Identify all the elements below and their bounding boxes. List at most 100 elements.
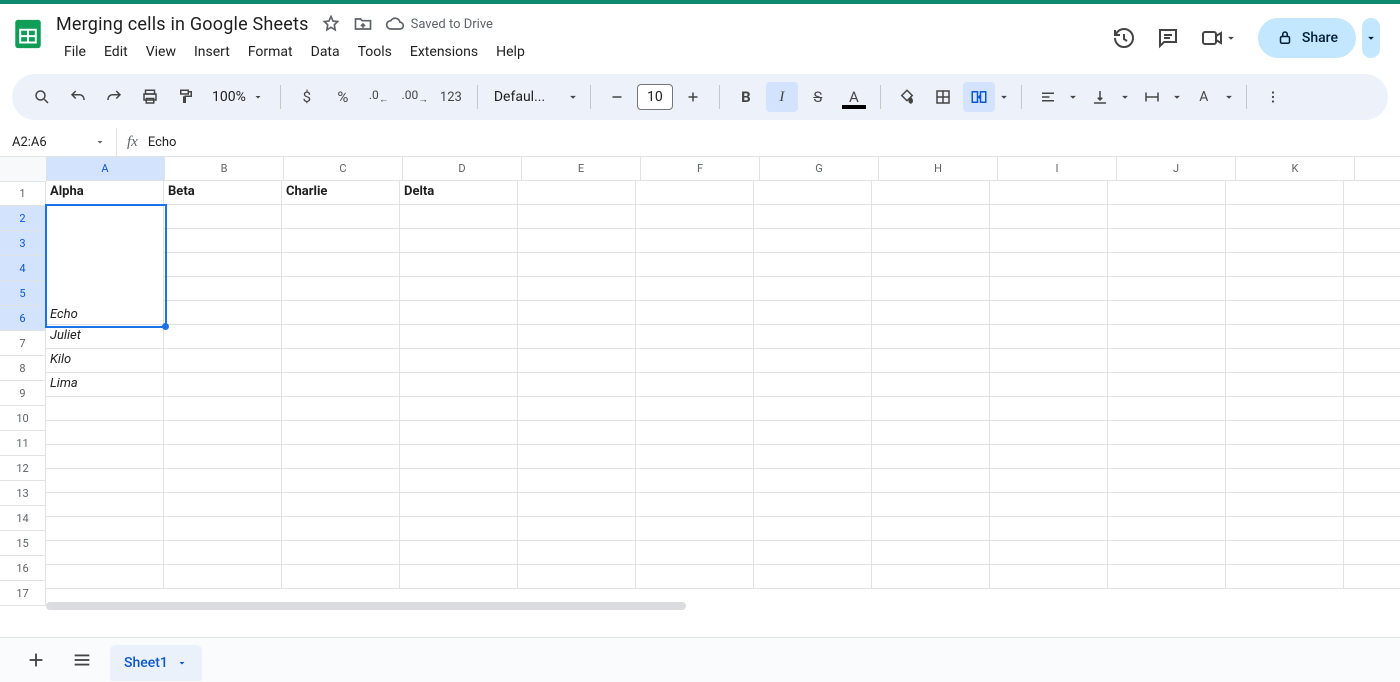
cell[interactable] (872, 397, 990, 421)
cell[interactable]: Beta (164, 181, 282, 205)
cell[interactable] (400, 205, 518, 229)
cell[interactable]: Juliet (46, 325, 164, 349)
menu-insert[interactable]: Insert (186, 40, 238, 64)
cell[interactable] (1344, 421, 1400, 445)
cell[interactable] (1108, 253, 1226, 277)
cell[interactable] (1108, 445, 1226, 469)
cell[interactable] (164, 229, 282, 253)
cell[interactable] (1226, 205, 1344, 229)
cell[interactable] (990, 445, 1108, 469)
cell[interactable] (46, 565, 164, 589)
cell[interactable] (400, 253, 518, 277)
cell[interactable] (1226, 301, 1344, 325)
more-formats-icon[interactable]: 123 (435, 82, 467, 112)
cell[interactable] (754, 445, 872, 469)
cell[interactable] (282, 541, 400, 565)
cell[interactable] (1226, 541, 1344, 565)
cell[interactable] (872, 277, 990, 301)
cell[interactable] (518, 253, 636, 277)
cell[interactable] (872, 253, 990, 277)
menu-data[interactable]: Data (303, 40, 348, 64)
cell[interactable] (636, 229, 754, 253)
cell[interactable] (1108, 421, 1226, 445)
cell[interactable] (518, 373, 636, 397)
select-all-corner[interactable] (0, 157, 47, 182)
cell[interactable] (282, 469, 400, 493)
cell[interactable] (164, 253, 282, 277)
cell[interactable] (164, 397, 282, 421)
cell[interactable] (1108, 493, 1226, 517)
cell[interactable] (164, 469, 282, 493)
cell[interactable] (46, 445, 164, 469)
cell[interactable] (282, 301, 400, 325)
cell[interactable] (164, 301, 282, 325)
cell[interactable] (1226, 229, 1344, 253)
cell[interactable] (990, 325, 1108, 349)
cell[interactable]: Kilo (46, 349, 164, 373)
cell[interactable] (1226, 445, 1344, 469)
column-header[interactable]: H (879, 157, 998, 181)
cell[interactable] (1344, 277, 1400, 301)
share-dropdown[interactable] (1362, 18, 1380, 58)
row-header[interactable]: 16 (0, 556, 46, 581)
row-header[interactable]: 5 (0, 281, 46, 306)
cell[interactable] (518, 541, 636, 565)
column-header[interactable]: E (522, 157, 641, 181)
cell[interactable] (518, 181, 636, 205)
cell[interactable] (1108, 397, 1226, 421)
cell[interactable] (518, 565, 636, 589)
cell[interactable] (754, 181, 872, 205)
cell[interactable] (1108, 181, 1226, 205)
row-header[interactable]: 2 (0, 206, 46, 231)
cell[interactable] (282, 373, 400, 397)
redo-icon[interactable] (98, 82, 130, 112)
menu-format[interactable]: Format (240, 40, 301, 64)
history-icon[interactable] (1112, 26, 1136, 50)
cell[interactable] (636, 205, 754, 229)
column-header[interactable]: A (46, 157, 165, 181)
cell[interactable] (754, 253, 872, 277)
row-header[interactable]: 8 (0, 356, 46, 381)
cell[interactable] (1226, 349, 1344, 373)
cell[interactable] (46, 397, 164, 421)
cell[interactable] (990, 229, 1108, 253)
cell[interactable] (164, 205, 282, 229)
increase-font-icon[interactable] (677, 82, 709, 112)
cell[interactable] (518, 445, 636, 469)
column-header[interactable]: B (165, 157, 284, 181)
cell[interactable] (1226, 253, 1344, 277)
increase-decimal-icon[interactable]: .00→ (399, 82, 431, 112)
cell[interactable] (636, 349, 754, 373)
cell[interactable] (400, 517, 518, 541)
decrease-font-icon[interactable] (601, 82, 633, 112)
cell[interactable] (754, 565, 872, 589)
cell[interactable] (1226, 277, 1344, 301)
cell[interactable] (754, 325, 872, 349)
font-size-input[interactable]: 10 (637, 84, 673, 110)
cell[interactable] (1108, 277, 1226, 301)
cell[interactable] (1344, 205, 1400, 229)
cell[interactable] (164, 277, 282, 301)
cell[interactable] (400, 397, 518, 421)
cell[interactable] (872, 445, 990, 469)
move-icon[interactable] (353, 14, 373, 34)
rotate-icon[interactable]: A (1188, 82, 1220, 112)
borders-icon[interactable] (927, 82, 959, 112)
cell[interactable] (990, 181, 1108, 205)
cell[interactable] (1344, 181, 1400, 205)
cell[interactable] (990, 421, 1108, 445)
cell[interactable] (990, 517, 1108, 541)
cell[interactable] (872, 469, 990, 493)
row-header[interactable]: 6 (0, 306, 46, 331)
row-header[interactable]: 1 (0, 181, 46, 206)
cell[interactable] (1226, 181, 1344, 205)
cell[interactable] (872, 541, 990, 565)
menu-view[interactable]: View (138, 40, 184, 64)
cell[interactable]: Charlie (282, 181, 400, 205)
row-header[interactable]: 10 (0, 406, 46, 431)
cell[interactable] (1226, 469, 1344, 493)
cell[interactable] (1344, 373, 1400, 397)
cell[interactable] (754, 301, 872, 325)
cell[interactable] (872, 421, 990, 445)
cell[interactable] (872, 325, 990, 349)
